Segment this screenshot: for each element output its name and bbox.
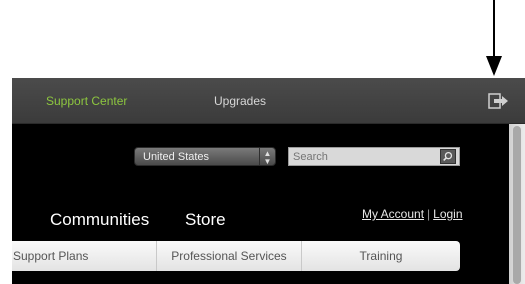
- nav-communities[interactable]: Communities: [50, 210, 149, 230]
- section-tabs: Support Plans Professional Services Trai…: [12, 241, 460, 271]
- nav-upgrades[interactable]: Upgrades: [214, 94, 266, 108]
- tab-professional-services[interactable]: Professional Services: [157, 241, 302, 271]
- nav-support-center[interactable]: Support Center: [46, 94, 127, 108]
- my-account-link[interactable]: My Account: [362, 207, 424, 221]
- search-input[interactable]: [288, 147, 460, 166]
- account-links: My Account | Login: [362, 207, 463, 221]
- account-separator: |: [427, 207, 431, 221]
- exit-icon[interactable]: [488, 92, 508, 110]
- login-link[interactable]: Login: [433, 207, 462, 221]
- tab-support-plans[interactable]: Support Plans: [12, 241, 157, 271]
- tab-training[interactable]: Training: [302, 241, 460, 271]
- top-nav-bar: Support Center Upgrades: [12, 78, 525, 124]
- page-content: United States ▲▼ Communities Store My Ac…: [12, 124, 509, 284]
- up-down-arrows-icon: ▲ ▼: [259, 148, 275, 166]
- search-icon[interactable]: [440, 149, 456, 164]
- country-select[interactable]: United States ▲ ▼: [134, 147, 276, 166]
- app-window: Support Center Upgrades United States ▲ ▼…: [12, 78, 525, 284]
- vertical-scrollbar[interactable]: [509, 124, 525, 284]
- scrollbar-thumb[interactable]: [513, 126, 521, 284]
- arrow-down-icon: [486, 0, 502, 76]
- nav-store[interactable]: Store: [185, 210, 226, 230]
- country-select-value: United States: [143, 151, 210, 163]
